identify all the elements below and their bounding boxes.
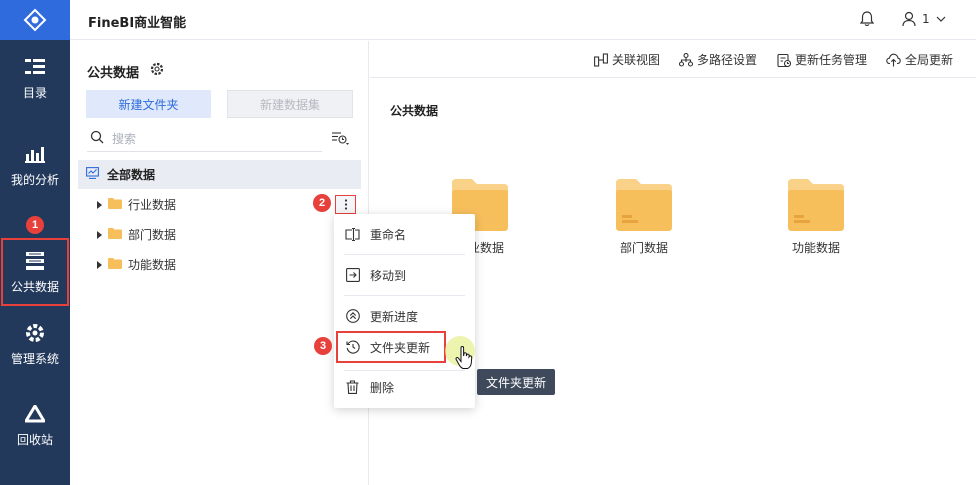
step-badge-2: 2 — [313, 194, 331, 212]
menu-item-label: 删除 — [370, 380, 395, 395]
tree-root[interactable]: 全部数据 — [78, 160, 361, 189]
menu-item-move-to[interactable]: 移动到 — [334, 261, 475, 289]
tree-node[interactable]: 功能数据 — [78, 250, 361, 279]
tooltip: 文件夹更新 — [477, 369, 555, 395]
double-chevron-up-icon — [345, 309, 360, 324]
sort-icon[interactable] — [331, 131, 349, 148]
chart-icon — [24, 143, 46, 165]
nav-item-management[interactable]: 管理系统 — [0, 314, 70, 374]
gear-icon — [24, 322, 46, 344]
menu-item-folder-update[interactable]: 文件夹更新 — [336, 331, 446, 363]
toolbar-label: 全局更新 — [905, 53, 954, 67]
folder-icon — [108, 197, 122, 212]
folder-card[interactable]: 部门数据 — [594, 179, 694, 256]
toolbar: 关联视图 多路径设置 更新任务管理 全局更新 — [370, 41, 976, 78]
folder-icon — [108, 227, 122, 242]
folder-card-label: 部门数据 — [619, 241, 668, 255]
user-menu[interactable]: 1 — [902, 11, 946, 27]
folder-icon — [108, 257, 122, 272]
caret-right-icon[interactable] — [97, 200, 102, 209]
nav-item-my-analysis[interactable]: 我的分析 — [0, 135, 70, 195]
app-logo[interactable] — [0, 0, 70, 40]
panel-title: 公共数据 — [87, 66, 140, 81]
menu-divider — [344, 254, 465, 255]
dashboard-icon — [86, 167, 99, 182]
hand-cursor-icon — [455, 345, 475, 373]
menu-item-delete[interactable]: 删除 — [334, 373, 475, 401]
relation-view-button[interactable]: 关联视图 — [594, 51, 660, 68]
main-title: 公共数据 — [390, 104, 439, 118]
cloud-upload-icon — [886, 53, 901, 66]
nav-label: 回收站 — [16, 432, 53, 447]
new-dataset-button[interactable]: 新建数据集 — [227, 90, 353, 118]
global-update-button[interactable]: 全局更新 — [886, 51, 953, 68]
chevron-down-icon — [936, 16, 946, 22]
user-icon — [902, 11, 916, 27]
caret-right-icon[interactable] — [97, 230, 102, 239]
nav-label: 管理系统 — [10, 351, 59, 366]
nav-item-catalog[interactable]: 目录 — [0, 48, 70, 108]
tree-node-label: 功能数据 — [128, 258, 177, 272]
nav-label: 我的分析 — [10, 172, 59, 187]
folder-card-label: 功能数据 — [791, 241, 840, 255]
caret-right-icon[interactable] — [97, 260, 102, 269]
step-badge-3: 3 — [314, 337, 332, 355]
app-title: FineBI商业智能 — [88, 16, 187, 31]
bell-icon[interactable] — [859, 11, 875, 30]
update-task-manage-button[interactable]: 更新任务管理 — [777, 51, 867, 68]
database-icon — [24, 250, 46, 272]
more-vertical-icon — [344, 199, 347, 210]
menu-divider — [344, 370, 465, 371]
relation-icon — [594, 52, 608, 67]
left-nav: 目录 我的分析 公共数据 管理系统 回收站 — [0, 0, 70, 485]
move-icon — [345, 268, 360, 283]
task-icon — [777, 53, 791, 67]
search-input[interactable] — [112, 131, 312, 146]
data-panel: 公共数据 新建文件夹 新建数据集 全部数据 行业数据 部门数据 — [70, 41, 369, 485]
toolbar-label: 更新任务管理 — [795, 53, 868, 67]
menu-divider — [344, 295, 465, 296]
new-folder-button[interactable]: 新建文件夹 — [86, 90, 211, 118]
top-header: FineBI商业智能 1 — [70, 0, 976, 40]
rename-icon — [345, 227, 360, 242]
tree-root-label: 全部数据 — [107, 168, 156, 182]
menu-item-label: 文件夹更新 — [370, 340, 431, 355]
user-name: 1 — [922, 12, 930, 26]
folder-card[interactable]: 功能数据 — [766, 179, 866, 256]
tree-node[interactable]: 部门数据 — [78, 220, 361, 249]
menu-item-update-progress[interactable]: 更新进度 — [334, 302, 475, 330]
nav-item-recycle-bin[interactable]: 回收站 — [0, 395, 70, 455]
context-menu: 重命名 移动到 更新进度 文件夹更新 删除 — [334, 214, 475, 408]
logo-icon — [23, 8, 47, 32]
multipath-icon — [679, 52, 693, 67]
toolbar-label: 多路径设置 — [697, 53, 758, 67]
tree-node-label: 部门数据 — [128, 228, 177, 242]
multipath-settings-button[interactable]: 多路径设置 — [679, 51, 757, 68]
nav-label: 公共数据 — [10, 279, 59, 294]
toolbar-label: 关联视图 — [612, 53, 661, 67]
nav-label: 目录 — [22, 85, 47, 100]
menu-item-label: 移动到 — [370, 268, 407, 283]
history-icon — [345, 340, 360, 355]
folder-icon — [616, 179, 672, 231]
menu-item-label: 重命名 — [370, 227, 407, 242]
trash-icon — [345, 380, 360, 395]
settings-icon[interactable] — [150, 62, 164, 79]
step-badge-1: 1 — [26, 216, 44, 234]
folder-icon — [788, 179, 844, 231]
more-options-button[interactable] — [335, 195, 356, 214]
search-icon — [90, 130, 104, 147]
menu-item-label: 更新进度 — [370, 309, 419, 324]
menu-item-rename[interactable]: 重命名 — [334, 220, 475, 248]
tree-node-label: 行业数据 — [128, 198, 177, 212]
search-box — [87, 126, 322, 152]
catalog-icon — [24, 56, 46, 78]
nav-item-public-data[interactable]: 公共数据 — [1, 238, 69, 306]
recycle-icon — [24, 403, 46, 425]
